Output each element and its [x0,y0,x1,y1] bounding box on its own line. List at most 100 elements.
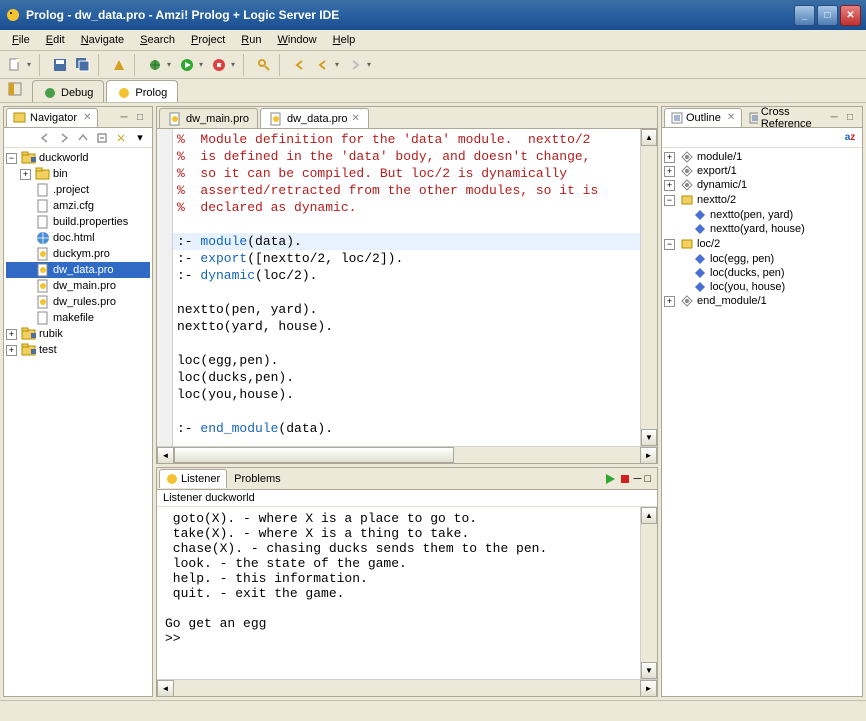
new-dropdown[interactable]: ▾ [27,60,35,69]
outline-item[interactable]: loc(you, house) [664,280,860,294]
navigator-tab[interactable]: Navigator ✕ [6,108,98,127]
debug-dropdown[interactable]: ▾ [167,60,175,69]
sort-button[interactable]: az [842,130,858,146]
menu-edit[interactable]: Edit [38,32,73,48]
minimize-view-button[interactable]: ─ [117,110,131,124]
titlebar: Prolog - dw_data.pro - Amzi! Prolog + Lo… [0,0,866,30]
maximize-button[interactable]: □ [817,5,838,26]
debug-button[interactable] [144,54,166,76]
outline-item[interactable]: −nextto/2 [664,192,860,208]
tree-item[interactable]: .project [6,182,150,198]
editor-tab[interactable]: dw_main.pro [159,108,258,128]
tree-item[interactable]: +bin [6,166,150,182]
editor-gutter [157,129,173,446]
navigator-tab-label: Navigator [30,112,77,124]
maximize-listener-button[interactable]: □ [644,473,651,485]
prev-edit-button[interactable] [289,54,311,76]
editor-tab[interactable]: dw_data.pro✕ [260,108,369,128]
outline-item[interactable]: +module/1 [664,150,860,164]
save-all-button[interactable] [72,54,94,76]
outline-tree[interactable]: +module/1+export/1+dynamic/1−nextto/2nex… [662,148,862,696]
external-tools-dropdown[interactable]: ▾ [231,60,239,69]
outline-item[interactable]: +end_module/1 [664,294,860,308]
editor-area: dw_main.prodw_data.pro✕ % Module definit… [156,106,658,464]
minimize-button[interactable]: _ [794,5,815,26]
tree-item[interactable]: +rubik [6,326,150,342]
tree-item[interactable]: duckym.pro [6,246,150,262]
outline-item[interactable]: +dynamic/1 [664,178,860,192]
navigator-icon [13,111,27,125]
app-icon [5,7,21,23]
outline-tab[interactable]: Outline✕ [664,108,742,127]
outline-item[interactable]: loc(egg, pen) [664,252,860,266]
code-editor[interactable]: % Module definition for the 'data' modul… [173,129,640,446]
link-editor-button[interactable] [113,130,129,146]
minimize-outline-button[interactable]: ─ [827,110,841,124]
menu-help[interactable]: Help [325,32,364,48]
save-button[interactable] [49,54,71,76]
forward-dropdown[interactable]: ▾ [367,60,375,69]
perspective-tab-prolog[interactable]: Prolog [106,80,178,102]
outline-item[interactable]: nextto(yard, house) [664,222,860,236]
outline-item[interactable]: nextto(pen, yard) [664,208,860,222]
listener-title: Listener duckworld [157,490,657,507]
listener-view: ListenerProblems ─ □ Listener duckworld … [156,467,658,697]
bottom-tab-listener[interactable]: Listener [159,469,227,488]
outline-item[interactable]: loc(ducks, pen) [664,266,860,280]
back-dropdown[interactable]: ▾ [335,60,343,69]
menu-file[interactable]: File [4,32,38,48]
navigator-view: Navigator ✕ ─ □ ▾ −duckworld+bin.project… [3,106,153,697]
maximize-outline-button[interactable]: □ [843,110,857,124]
perspective-tab-debug[interactable]: Debug [32,80,104,102]
tree-item[interactable]: build.properties [6,214,150,230]
window-title: Prolog - dw_data.pro - Amzi! Prolog + Lo… [26,8,794,22]
forward-nav-button[interactable] [56,130,72,146]
perspective-bar: DebugProlog [0,79,866,103]
tree-item[interactable]: makefile [6,310,150,326]
menu-window[interactable]: Window [269,32,324,48]
back-nav-button[interactable] [37,130,53,146]
tree-item[interactable]: dw_data.pro [6,262,150,278]
tree-item[interactable]: +test [6,342,150,358]
forward-button[interactable] [344,54,366,76]
close-icon[interactable]: ✕ [83,112,91,123]
minimize-listener-button[interactable]: ─ [634,473,642,485]
maximize-view-button[interactable]: □ [133,110,147,124]
editor-hscrollbar[interactable]: ◄ ► [157,446,657,463]
run-listener-button[interactable] [604,473,616,485]
outline-item[interactable]: −loc/2 [664,236,860,252]
editor-vscrollbar[interactable]: ▲ ▼ [640,129,657,446]
tree-item[interactable]: −duckworld [6,150,150,166]
run-button[interactable] [176,54,198,76]
stop-listener-button[interactable] [619,473,631,485]
external-tools-button[interactable] [208,54,230,76]
back-button[interactable] [312,54,334,76]
navigator-tree[interactable]: −duckworld+bin.projectamzi.cfgbuild.prop… [4,148,152,696]
search-button[interactable] [253,54,275,76]
outline-tab[interactable]: Cross Reference [742,108,827,127]
tree-item[interactable]: dw_rules.pro [6,294,150,310]
tree-item[interactable]: dw_main.pro [6,278,150,294]
outline-view: Outline✕Cross Reference ─ □ az +module/1… [661,106,863,697]
outline-item[interactable]: +export/1 [664,164,860,178]
run-dropdown[interactable]: ▾ [199,60,207,69]
new-button[interactable] [4,54,26,76]
menu-search[interactable]: Search [132,32,183,48]
view-menu-button[interactable]: ▾ [132,130,148,146]
listener-console[interactable]: goto(X). - where X is a place to go to. … [157,507,640,679]
close-button[interactable]: ✕ [840,5,861,26]
up-nav-button[interactable] [75,130,91,146]
statusbar [0,700,866,721]
listener-vscrollbar[interactable]: ▲ ▼ [640,507,657,679]
listener-hscrollbar[interactable]: ◄ ► [157,679,657,696]
open-perspective-button[interactable] [4,78,26,100]
collapse-all-button[interactable] [94,130,110,146]
tree-item[interactable]: amzi.cfg [6,198,150,214]
menu-project[interactable]: Project [183,32,233,48]
build-button[interactable] [108,54,130,76]
tree-item[interactable]: doc.html [6,230,150,246]
menu-navigate[interactable]: Navigate [73,32,132,48]
main-toolbar: ▾ ▾ ▾ ▾ ▾ ▾ [0,51,866,79]
menu-run[interactable]: Run [233,32,269,48]
bottom-tab-problems[interactable]: Problems [227,469,287,488]
